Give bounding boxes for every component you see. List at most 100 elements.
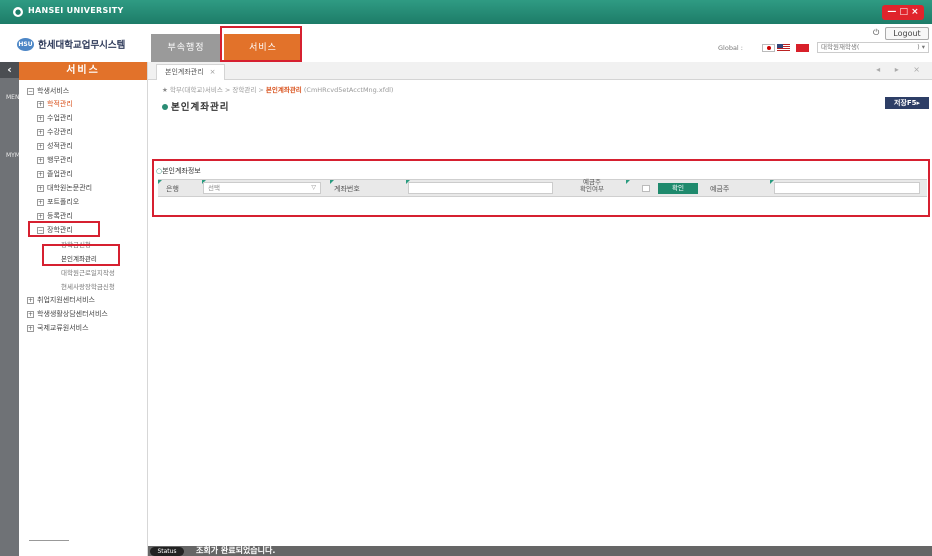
expand-icon[interactable]: + <box>37 184 44 192</box>
tree-item-label: 대학원논문관리 <box>47 184 93 192</box>
section-title: ○본인계좌정보 <box>156 166 201 176</box>
tree-leaf-love-scholarship[interactable]: 현세사랑장학금신청 <box>61 281 115 291</box>
tree-item-academic[interactable]: + 학적관리 <box>37 99 73 109</box>
highlight-box-service-tab <box>220 26 302 62</box>
tree-item-label: 포트폴리오 <box>47 198 80 206</box>
tree-item-grades[interactable]: + 성적관리 <box>37 141 73 151</box>
required-mark-icon <box>158 180 162 184</box>
tree-item-student-service[interactable]: − 학생서비스 <box>27 86 69 96</box>
sidebar-scrollbar[interactable] <box>29 540 69 544</box>
status-message: 조회가 완료되었습니다. <box>196 546 276 555</box>
expand-icon[interactable]: + <box>27 310 34 318</box>
tree-item-label: 국제교류원서비스 <box>37 324 89 332</box>
tree-item-label: 대학원근로일지작성 <box>61 269 115 277</box>
user-role-select[interactable]: 대학원재학생( ) ▾ <box>817 42 929 53</box>
holder-verified-checkbox[interactable] <box>642 185 650 192</box>
doc-tab-account-manage[interactable]: 본인계좌관리 × <box>156 64 225 80</box>
tree-item-label: 취업지원센터서비스 <box>37 296 95 304</box>
tree-item-label: 학생생활상담센터서비스 <box>37 310 108 318</box>
tree-item-label: 학생서비스 <box>37 87 70 95</box>
status-badge: Status <box>150 547 184 556</box>
tab-dept-admin[interactable]: 부속행정 <box>151 34 221 62</box>
page-title-text: 본인계좌관리 <box>171 102 230 113</box>
confirm-button[interactable]: 확인 <box>658 183 698 194</box>
tree-item-enrollment[interactable]: + 수강관리 <box>37 127 73 137</box>
expand-icon[interactable]: + <box>37 212 44 220</box>
tree-item-label: 졸업관리 <box>47 170 73 178</box>
breadcrumb-path: 학부(대학교)서비스 > 장학관리 > <box>169 86 266 94</box>
sidebar-title: 서비스 <box>19 62 147 80</box>
expand-icon[interactable]: + <box>37 170 44 178</box>
breadcrumb: ★ 학부(대학교)서비스 > 장학관리 > 본인계좌관리 (CmHRcvd5et… <box>162 84 393 94</box>
tab-nav-icons[interactable]: ◂ ▸ × <box>876 65 926 74</box>
side-rail: ‹ MENU MYMENU <box>0 62 33 556</box>
breadcrumb-code: (CmHRcvd5etAcctMng.xfdl) <box>303 86 394 94</box>
user-role-value: 대학원재학생( <box>821 43 860 51</box>
us-flag-icon[interactable] <box>777 44 790 52</box>
tree-item-registration[interactable]: + 등록관리 <box>37 211 73 221</box>
tree-item-career-center[interactable]: + 취업지원센터서비스 <box>27 295 95 305</box>
breadcrumb-current: 본인계좌관리 <box>265 86 302 94</box>
expand-icon[interactable]: + <box>27 296 34 304</box>
bank-select[interactable]: 선택 ▽ <box>203 182 321 194</box>
expand-icon[interactable]: + <box>37 100 44 108</box>
account-form-row: 은행 선택 ▽ 계좌번호 예금주 확인여부 확인 예금주 <box>158 179 927 197</box>
highlight-box-scholarship <box>28 221 100 237</box>
collapse-icon[interactable]: − <box>27 87 34 95</box>
app-header: HSU 한세대학교업무시스템 부속행정 서비스 ⏻ Logout Global … <box>0 24 932 62</box>
account-number-input[interactable] <box>408 182 553 194</box>
tree-item-international[interactable]: + 국제교류원서비스 <box>27 323 89 333</box>
expand-icon[interactable]: + <box>37 142 44 150</box>
tree-item-label: 등록관리 <box>47 212 73 220</box>
tree-item-graduation[interactable]: + 졸업관리 <box>37 169 73 179</box>
close-icon[interactable]: × <box>210 68 216 76</box>
favorite-star-icon[interactable]: ★ <box>162 86 168 94</box>
brand[interactable]: HSU 한세대학교업무시스템 <box>17 37 125 51</box>
chevron-down-icon: ▽ <box>311 184 316 191</box>
expand-icon[interactable]: + <box>37 128 44 136</box>
window-controls[interactable]: — □ × <box>882 5 924 20</box>
sidebar: 서비스 − 학생서비스 + 학적관리 + 수업관리 + 수강관리 + 성적관리 … <box>19 62 148 556</box>
power-icon: ⏻ <box>873 28 880 37</box>
korea-flag-icon[interactable] <box>762 44 775 52</box>
tree-item-thesis[interactable]: + 대학원논문관리 <box>37 183 92 193</box>
holder-check-label-line2: 확인여부 <box>580 185 604 193</box>
highlight-box-account-manage <box>42 244 120 266</box>
holder-check-label: 예금주 확인여부 <box>580 179 604 193</box>
app-name: HANSEI UNIVERSITY <box>28 6 124 15</box>
window-titlebar: ● HANSEI UNIVERSITY — □ × <box>0 0 932 24</box>
tree-item-counseling-center[interactable]: + 학생생활상담센터서비스 <box>27 309 108 319</box>
tree-item-affairs[interactable]: + 행무관리 <box>37 155 73 165</box>
bank-select-value: 선택 <box>208 184 220 192</box>
doc-tabstrip: 본인계좌관리 × ◂ ▸ × <box>148 62 932 80</box>
tree-item-label: 수강관리 <box>47 128 73 136</box>
collapse-arrow-icon[interactable]: ‹ <box>0 62 19 78</box>
tree-item-label: 성적관리 <box>47 142 73 150</box>
tree-item-label: 행무관리 <box>47 156 73 164</box>
user-role-tail: ) ▾ <box>917 43 925 51</box>
page-title: 본인계좌관리 <box>162 99 229 113</box>
tree-item-portfolio[interactable]: + 포트폴리오 <box>37 197 79 207</box>
save-button[interactable]: 저장F5▸ <box>885 97 929 109</box>
tree-item-label: 수업관리 <box>47 114 73 122</box>
tree-item-label: 학적관리 <box>47 100 73 108</box>
status-bar: Status 조회가 완료되었습니다. <box>148 546 932 556</box>
bank-label: 은행 <box>166 185 179 193</box>
global-label: Global : <box>718 44 743 52</box>
expand-icon[interactable]: + <box>27 324 34 332</box>
account-holder-label: 예금주 <box>710 185 730 193</box>
tree-item-label: 현세사랑장학금신청 <box>61 283 115 291</box>
logout-button[interactable]: Logout <box>885 27 929 40</box>
brand-logo-icon: HSU <box>17 37 34 51</box>
tree-leaf-work-log[interactable]: 대학원근로일지작성 <box>61 267 115 277</box>
account-holder-input[interactable] <box>774 182 920 194</box>
expand-icon[interactable]: + <box>37 156 44 164</box>
expand-icon[interactable]: + <box>37 114 44 122</box>
tree-item-class[interactable]: + 수업관리 <box>37 113 73 123</box>
mymenu-rail-label[interactable]: MYMENU <box>6 152 33 160</box>
account-number-label: 계좌번호 <box>334 185 360 193</box>
expand-icon[interactable]: + <box>37 198 44 206</box>
university-logo-icon: ● <box>13 7 23 17</box>
menu-rail-label[interactable]: MENU <box>6 94 24 102</box>
china-flag-icon[interactable] <box>796 44 809 52</box>
